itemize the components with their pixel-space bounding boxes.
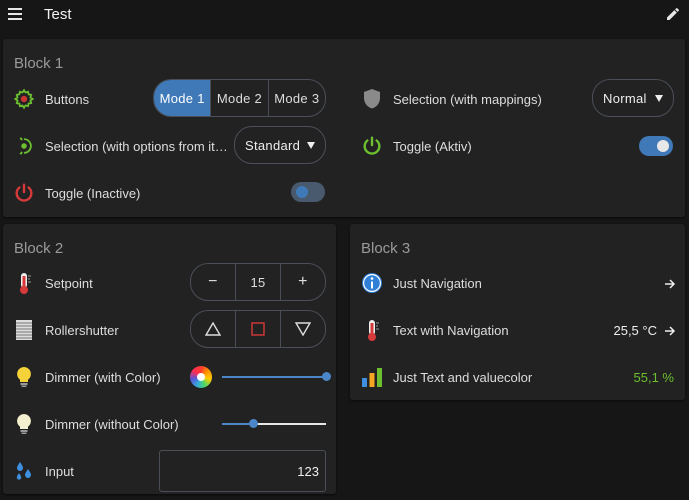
standard-select[interactable]: Standard xyxy=(234,126,326,164)
rollershutter-icon xyxy=(12,318,36,342)
increase-button[interactable]: + xyxy=(280,264,325,300)
selection-options-label: Selection (with options from ite... xyxy=(45,139,228,154)
toggle-active-switch[interactable] xyxy=(639,136,673,156)
just-navigation-label: Just Navigation xyxy=(393,276,482,291)
text-navigation-label: Text with Navigation xyxy=(393,323,509,338)
normal-select[interactable]: Normal xyxy=(592,79,674,117)
down-triangle-icon[interactable] xyxy=(280,311,325,347)
block-3-card: Block 3 Just Navigation Text with Naviga… xyxy=(350,224,685,400)
dimmer-plain-label: Dimmer (without Color) xyxy=(45,417,179,432)
standard-select-value: Standard xyxy=(245,137,301,153)
toggle-inactive-switch[interactable] xyxy=(291,182,325,202)
bar-chart-icon xyxy=(360,365,384,389)
stop-square-icon[interactable] xyxy=(235,311,280,347)
number-input[interactable]: 123 xyxy=(159,450,326,492)
humidity-value: 55,1 % xyxy=(633,370,674,385)
dimmer-plain-slider[interactable] xyxy=(222,417,326,431)
normal-select-value: Normal xyxy=(603,90,647,106)
dimmer-color-slider[interactable] xyxy=(222,370,331,384)
setpoint-stepper: − 15 + xyxy=(190,263,326,301)
mode-2-button[interactable]: Mode 2 xyxy=(210,80,267,116)
dimmer-color-label: Dimmer (with Color) xyxy=(45,370,161,385)
page-title: Test xyxy=(44,6,72,23)
rollershutter-controls xyxy=(190,310,326,348)
arrow-right-icon[interactable] xyxy=(664,278,676,290)
thermometer-icon xyxy=(12,271,36,295)
up-triangle-icon[interactable] xyxy=(191,311,235,347)
buttons-label: Buttons xyxy=(45,92,90,107)
gear-icon xyxy=(12,87,36,111)
temperature-value: 25,5 °C xyxy=(613,323,657,338)
lightbulb-icon xyxy=(12,412,36,436)
water-drops-icon xyxy=(12,459,36,483)
power-icon-red xyxy=(12,181,36,205)
block-2-card: Block 2 Setpoint − 15 + Rollershutter Di… xyxy=(3,224,336,494)
slider-thumb[interactable] xyxy=(322,372,331,381)
chevron-down-icon xyxy=(655,94,663,102)
setpoint-value: 15 xyxy=(235,264,280,300)
decrease-button[interactable]: − xyxy=(191,264,235,300)
block-1-title: Block 1 xyxy=(14,55,64,72)
gear-icon-half xyxy=(12,134,36,158)
color-wheel-icon[interactable] xyxy=(190,366,212,388)
block-1-card: Block 1 Buttons Mode 1 Mode 2 Mode 3 Sel… xyxy=(3,39,685,217)
number-input-value: 123 xyxy=(297,463,319,479)
shield-icon xyxy=(360,87,384,111)
chevron-down-icon xyxy=(307,141,315,149)
text-valuecolor-label: Just Text and valuecolor xyxy=(393,370,533,385)
hamburger-menu-icon[interactable] xyxy=(8,8,22,20)
mode-1-button[interactable]: Mode 1 xyxy=(154,80,211,116)
slider-fill xyxy=(222,376,326,378)
setpoint-label: Setpoint xyxy=(45,276,93,291)
info-icon xyxy=(360,271,384,295)
thermometer-icon xyxy=(360,318,384,342)
input-label: Input xyxy=(45,464,74,479)
block-3-title: Block 3 xyxy=(361,240,411,257)
rollershutter-label: Rollershutter xyxy=(45,323,119,338)
mode-segmented-control: Mode 1 Mode 2 Mode 3 xyxy=(153,79,326,117)
lightbulb-icon-lit xyxy=(12,365,36,389)
block-2-title: Block 2 xyxy=(14,240,64,257)
slider-thumb[interactable] xyxy=(249,419,258,428)
selection-mappings-label: Selection (with mappings) xyxy=(393,92,542,107)
pencil-icon[interactable] xyxy=(665,6,681,22)
arrow-right-icon[interactable] xyxy=(664,325,676,337)
toggle-active-label: Toggle (Aktiv) xyxy=(393,139,472,154)
app-bar: Test xyxy=(0,0,689,30)
mode-3-button[interactable]: Mode 3 xyxy=(267,80,325,116)
power-icon-green xyxy=(360,134,384,158)
toggle-inactive-label: Toggle (Inactive) xyxy=(45,186,141,201)
